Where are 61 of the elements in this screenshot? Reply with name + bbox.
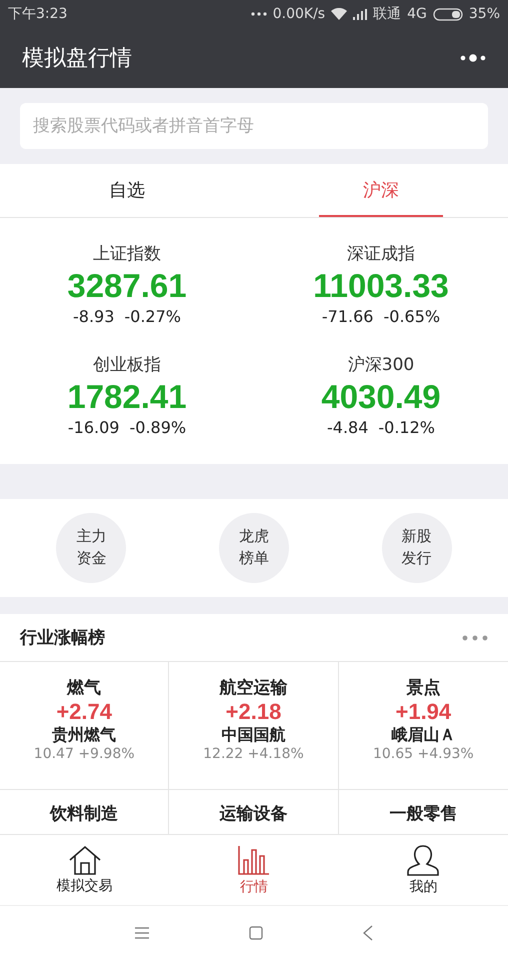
industry-name: 航空运输 (219, 677, 288, 699)
carrier: 联通 (373, 5, 402, 23)
leading-stock: 贵州燃气 (52, 725, 116, 746)
section-title: 行业涨幅榜 (20, 627, 105, 649)
index-name: 深证成指 (347, 243, 415, 265)
network-type: 4G (407, 6, 427, 22)
bottom-tab[interactable]: 行情 (169, 835, 339, 905)
battery-percent: 35% (468, 6, 500, 22)
more-icon[interactable] (460, 54, 486, 62)
index-change: -16.09 (68, 418, 120, 437)
index-value: 11003.33 (313, 267, 449, 305)
index-change: -8.93 (72, 307, 114, 326)
battery-icon (432, 8, 463, 20)
wifi-icon (331, 8, 348, 20)
industry-name: 一般零售 (389, 803, 458, 825)
tab[interactable]: 自选 (65, 164, 189, 217)
stock-quote: 10.47 +9.98% (34, 746, 135, 762)
industry-name: 饮料制造 (50, 803, 118, 825)
industry-change: +1.94 (395, 699, 452, 725)
index-percent: -0.27% (124, 307, 181, 326)
index-change: -71.66 (322, 307, 374, 326)
index-change: -4.84 (326, 418, 368, 437)
menu-icon[interactable] (135, 927, 149, 939)
index-value: 4030.49 (321, 378, 441, 416)
person-icon (405, 844, 442, 876)
industry-change: +2.18 (226, 699, 282, 725)
bottom-tab[interactable]: 我的 (338, 835, 508, 905)
index-value: 3287.61 (67, 267, 187, 305)
stock-quote: 12.22 +4.18% (203, 746, 304, 762)
window-title: 模拟盘行情 (22, 45, 132, 73)
stock-quote: 10.65 +4.93% (372, 746, 474, 762)
industry-card[interactable]: 航空运输 +2.18 中国国航 12.22 +4.18% (169, 662, 339, 790)
industry-change: +2.74 (56, 699, 112, 725)
industry-name: 燃气 (67, 677, 102, 699)
leading-stock: 峨眉山Ａ (391, 725, 456, 746)
shortcut-button[interactable]: 龙虎 榜单 (218, 513, 289, 583)
signal-icon (353, 8, 368, 20)
index-percent: -0.65% (383, 307, 440, 326)
status-time: 下午3:23 (8, 5, 68, 23)
back-icon[interactable] (363, 925, 373, 941)
industry-name: 景点 (406, 677, 440, 699)
house-icon (68, 845, 102, 875)
bottom-tab[interactable]: 模拟交易 (0, 835, 170, 905)
search-field[interactable]: 搜索股票代码或者拼音首字母 (20, 103, 488, 149)
index-name: 创业板指 (93, 354, 161, 376)
index-percent: -0.89% (129, 418, 186, 437)
industry-name: 运输设备 (219, 803, 288, 825)
shortcut-button[interactable]: 新股 发行 (382, 513, 452, 583)
more-icon (250, 12, 267, 16)
shortcut-button[interactable]: 主力 资金 (56, 513, 126, 583)
industry-card[interactable]: 景点 +1.94 峨眉山Ａ 10.65 +4.93% (338, 662, 508, 790)
index-name: 沪深300 (348, 354, 414, 376)
leading-stock: 中国国航 (221, 725, 286, 746)
network-speed: 0.00K/s (272, 6, 326, 22)
home-square-icon[interactable] (249, 926, 263, 940)
tab[interactable]: 沪深 (319, 164, 443, 217)
bar-chart-icon (238, 844, 270, 876)
index-percent: -0.12% (378, 418, 435, 437)
index-name: 上证指数 (93, 243, 161, 265)
industry-card[interactable]: 燃气 +2.74 贵州燃气 10.47 +9.98% (0, 662, 170, 790)
index-value: 1782.41 (67, 378, 187, 416)
